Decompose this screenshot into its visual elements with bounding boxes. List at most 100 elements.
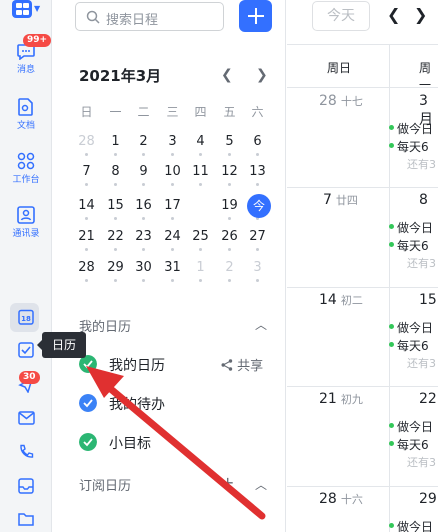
mini-calendar-day[interactable]: 25 bbox=[186, 225, 215, 251]
add-event-button[interactable] bbox=[239, 0, 272, 32]
share-button[interactable]: 共享 bbox=[221, 355, 263, 374]
add-subscription-button[interactable]: + bbox=[221, 473, 234, 492]
event-item[interactable]: 每天6 bbox=[389, 337, 429, 354]
sunday-cell-date[interactable]: 28 十七 bbox=[319, 93, 363, 109]
monday-cell-date[interactable]: 29 bbox=[419, 491, 437, 507]
search-icon bbox=[86, 10, 100, 24]
event-dot bbox=[171, 183, 174, 186]
lunar-date: 廿四 bbox=[335, 194, 358, 207]
search-input[interactable]: 搜索日程 bbox=[75, 2, 224, 31]
more-events-link[interactable]: 还有3 bbox=[407, 156, 436, 172]
mini-calendar-day[interactable]: 30 bbox=[129, 256, 158, 282]
lunar-date: 初二 bbox=[340, 294, 363, 307]
event-dot bbox=[199, 153, 202, 156]
nav-mail[interactable] bbox=[0, 411, 52, 425]
subscribed-calendars-header: 订阅日历 bbox=[79, 479, 132, 494]
week-header: 周日 周一 bbox=[287, 44, 438, 92]
mini-calendar-day[interactable]: 6 bbox=[243, 130, 272, 156]
mini-calendar-day[interactable]: 31 bbox=[158, 256, 187, 282]
more-events-link[interactable]: 还有3 bbox=[407, 355, 436, 371]
event-dot bbox=[85, 279, 88, 282]
mini-calendar-day[interactable]: 2 bbox=[129, 130, 158, 156]
day-number: 7 bbox=[323, 192, 332, 208]
folder-icon bbox=[18, 513, 34, 526]
sunday-cell-date[interactable]: 7 廿四 bbox=[323, 192, 358, 208]
mini-calendar-day[interactable]: 9 bbox=[129, 160, 158, 186]
nav-docs[interactable]: 文档 bbox=[0, 98, 52, 131]
sunday-cell-date[interactable]: 28 十六 bbox=[319, 491, 363, 507]
event-item[interactable]: 做今日 bbox=[388, 418, 433, 435]
mini-calendar-day[interactable]: 26 bbox=[215, 225, 244, 251]
mini-calendar-day[interactable]: 28 bbox=[72, 256, 101, 282]
mini-calendar-day[interactable]: 24 bbox=[158, 225, 187, 251]
day-number: 14 bbox=[319, 292, 337, 308]
nav-contacts-label: 通讯录 bbox=[12, 229, 40, 239]
monday-cell-date[interactable]: 22 bbox=[419, 391, 437, 407]
monday-cell-date[interactable]: 8 bbox=[419, 192, 428, 208]
nav-calendar[interactable]: 18 bbox=[0, 309, 52, 325]
event-dot bbox=[142, 217, 145, 220]
lunar-date: 初九 bbox=[340, 393, 363, 406]
prev-period-button[interactable]: ❮ bbox=[387, 5, 400, 24]
svg-text:18: 18 bbox=[21, 315, 31, 323]
feishu-calendar-app: ▼ 消息 99+ 文档 工作台 通讯录 18 30 搜索日程 2021年3月 ❮… bbox=[0, 0, 438, 532]
mini-calendar-day[interactable]: 17 bbox=[158, 194, 187, 220]
event-dot bbox=[171, 217, 174, 220]
mini-calendar-day[interactable]: 2 bbox=[215, 256, 244, 282]
mini-calendar-day[interactable]: 27 bbox=[243, 225, 272, 251]
event-item[interactable]: 做今日 bbox=[388, 319, 433, 336]
mini-calendar-day[interactable]: 19 bbox=[215, 194, 244, 220]
event-item[interactable]: 做今日 bbox=[388, 219, 433, 236]
collapse-chevron-icon[interactable]: ︿ bbox=[255, 476, 267, 493]
mini-calendar-day[interactable]: 22 bbox=[101, 225, 130, 251]
mini-calendar-day[interactable]: 3 bbox=[158, 130, 187, 156]
mini-calendar-day[interactable]: 12 bbox=[215, 160, 244, 186]
monday-cell-date[interactable]: 15 bbox=[419, 292, 437, 308]
sunday-cell-date[interactable]: 21 初九 bbox=[319, 391, 363, 407]
next-month-button[interactable]: ❯ bbox=[256, 67, 268, 83]
event-item[interactable]: 做今日 bbox=[388, 120, 433, 137]
mini-calendar-day[interactable]: 21 bbox=[72, 225, 101, 251]
mini-calendar-day[interactable]: 13 bbox=[243, 160, 272, 186]
app-menu-button[interactable]: ▼ bbox=[12, 0, 40, 18]
mini-calendar-day[interactable]: 11 bbox=[186, 160, 215, 186]
event-dot bbox=[228, 153, 231, 156]
event-item[interactable]: 每天6 bbox=[389, 436, 429, 453]
nav-meeting[interactable] bbox=[0, 478, 52, 494]
mini-calendar-day[interactable]: 14 bbox=[72, 194, 101, 220]
nav-messages[interactable]: 消息 bbox=[0, 44, 52, 75]
nav-phone[interactable] bbox=[0, 444, 52, 460]
mini-calendar-day[interactable]: 3 bbox=[243, 256, 272, 282]
event-item[interactable]: 每天6 bbox=[389, 237, 429, 254]
mini-calendar-day[interactable]: 1 bbox=[101, 130, 130, 156]
collapse-chevron-icon[interactable]: ︿ bbox=[255, 316, 267, 333]
mini-calendar-day[interactable]: 28 bbox=[72, 130, 101, 156]
mini-calendar-day[interactable]: 8 bbox=[101, 160, 130, 186]
mini-calendar-day[interactable]: 7 bbox=[72, 160, 101, 186]
mini-calendar-day[interactable]: 4 bbox=[186, 130, 215, 156]
event-item[interactable]: 每天6 bbox=[389, 138, 429, 155]
sunday-cell-date[interactable]: 14 初二 bbox=[319, 292, 363, 308]
mini-calendar-day[interactable]: 15 bbox=[101, 194, 130, 220]
more-events-link[interactable]: 还有3 bbox=[407, 454, 436, 470]
nav-workspace[interactable]: 工作台 bbox=[0, 152, 52, 185]
today-date-label: 今 bbox=[252, 199, 265, 213]
left-rail: ▼ 消息 99+ 文档 工作台 通讯录 18 30 bbox=[0, 0, 52, 532]
next-period-button[interactable]: ❯ bbox=[414, 5, 427, 24]
mini-calendar-day[interactable]: 10 bbox=[158, 160, 187, 186]
mini-calendar-day[interactable]: 5 bbox=[215, 130, 244, 156]
mini-calendar-day[interactable]: 29 bbox=[101, 256, 130, 282]
more-events-link[interactable]: 还有3 bbox=[407, 255, 436, 271]
nav-messages-label: 消息 bbox=[16, 65, 35, 75]
mini-calendar-day[interactable]: 16 bbox=[129, 194, 158, 220]
mini-calendar-day[interactable]: 23 bbox=[129, 225, 158, 251]
today-button[interactable]: 今天 bbox=[312, 1, 370, 31]
weekday-header-mon: 周一 bbox=[419, 61, 432, 92]
mini-calendar-weekdays: 日 一 二 三 四 五 六 bbox=[72, 103, 272, 119]
nav-more[interactable] bbox=[0, 512, 52, 526]
prev-month-button[interactable]: ❮ bbox=[221, 67, 233, 83]
messages-badge: 99+ bbox=[23, 34, 52, 47]
nav-contacts[interactable]: 通讯录 bbox=[0, 206, 52, 239]
event-item[interactable]: 做今日 bbox=[388, 518, 433, 532]
mini-calendar-day[interactable]: 1 bbox=[186, 256, 215, 282]
